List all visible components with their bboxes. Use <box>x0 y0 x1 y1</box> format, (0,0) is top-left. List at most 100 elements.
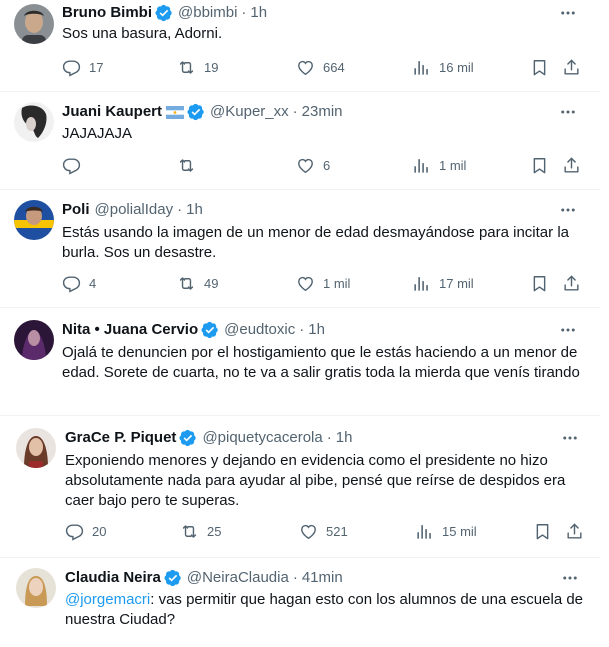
timestamp[interactable]: 1h <box>336 428 353 448</box>
more-options-icon[interactable] <box>558 102 578 122</box>
retweet-icon <box>177 58 196 77</box>
reply-button[interactable] <box>62 156 81 175</box>
retweet-button[interactable]: 25 <box>180 522 221 541</box>
like-count: 664 <box>323 60 345 75</box>
tweet[interactable]: GraCe P. Piquet @piquetycacerola · 1h Ex… <box>0 416 600 558</box>
views-chart-icon <box>412 58 431 77</box>
reply-button[interactable]: 4 <box>62 274 96 293</box>
share-icon <box>565 522 584 541</box>
separator: · <box>326 429 332 446</box>
author-handle[interactable]: @polialIday <box>95 200 174 220</box>
retweet-button[interactable]: 19 <box>177 58 218 77</box>
retweet-button[interactable]: 49 <box>177 274 218 293</box>
retweet-count: 19 <box>204 60 219 75</box>
bookmark-button[interactable] <box>530 156 549 175</box>
more-options-icon[interactable] <box>560 568 580 588</box>
tweet-text: JAJAJAJA <box>62 125 133 142</box>
share-button[interactable] <box>562 58 581 77</box>
author-name[interactable]: Juani Kaupert <box>62 102 162 122</box>
view-count: 16 mil <box>439 60 474 75</box>
like-button[interactable]: 664 <box>296 58 345 77</box>
author-handle[interactable]: @Kuper_xx <box>210 102 289 122</box>
share-button[interactable] <box>565 522 584 541</box>
bookmark-button[interactable] <box>530 58 549 77</box>
separator: · <box>241 4 247 21</box>
share-icon <box>562 58 581 77</box>
more-options-icon[interactable] <box>558 320 578 340</box>
author-name[interactable]: Claudia Neira <box>65 568 161 588</box>
avatar[interactable] <box>14 200 54 240</box>
more-options-icon[interactable] <box>558 200 578 220</box>
mention-link[interactable]: @jorgemacri <box>65 591 150 608</box>
timestamp[interactable]: 1h <box>250 3 267 23</box>
verified-badge-icon <box>201 321 219 339</box>
tweet-text: Exponiendo menores y dejando en evidenci… <box>65 452 566 509</box>
share-button[interactable] <box>562 274 581 293</box>
reply-count: 4 <box>89 276 97 291</box>
views-button[interactable]: 16 mil <box>412 58 474 77</box>
bookmark-icon <box>530 156 549 175</box>
heart-icon <box>296 274 315 293</box>
reply-button[interactable]: 20 <box>65 522 106 541</box>
tweet[interactable]: Claudia Neira @NeiraClaudia · 41min @jor… <box>0 558 600 647</box>
heart-icon <box>296 156 315 175</box>
timestamp[interactable]: 1h <box>186 200 203 220</box>
retweet-button[interactable] <box>177 156 196 175</box>
verified-badge-icon <box>179 429 197 447</box>
avatar[interactable] <box>16 428 56 468</box>
reply-icon <box>65 522 84 541</box>
separator: · <box>292 103 298 120</box>
tweet[interactable]: Poli @polialIday · 1h Estás usando la im… <box>0 190 600 308</box>
author-name[interactable]: GraCe P. Piquet <box>65 428 176 448</box>
more-options-icon[interactable] <box>558 3 578 23</box>
tweet[interactable]: Juani Kaupert @Kuper_xx · 23min JAJAJAJA… <box>0 92 600 190</box>
reply-count: 20 <box>92 524 107 539</box>
retweet-icon <box>177 156 196 175</box>
tweet-text: Estás usando la imagen de un menor de ed… <box>62 224 569 261</box>
heart-icon <box>299 522 318 541</box>
retweet-icon <box>180 522 199 541</box>
reply-count: 17 <box>89 60 104 75</box>
share-button[interactable] <box>562 156 581 175</box>
views-chart-icon <box>415 522 434 541</box>
like-count: 1 mil <box>323 276 351 291</box>
author-handle[interactable]: @NeiraClaudia <box>187 568 289 588</box>
avatar[interactable] <box>14 320 54 360</box>
tweet[interactable]: Bruno Bimbi @bbimbi · 1h Sos una basura,… <box>0 0 600 92</box>
tweet-text: Sos una basura, Adorni. <box>62 25 223 42</box>
views-button[interactable]: 15 mil <box>415 522 477 541</box>
author-name[interactable]: Poli <box>62 200 90 220</box>
retweet-count: 25 <box>207 524 222 539</box>
timestamp[interactable]: 41min <box>302 568 343 588</box>
author-handle[interactable]: @piquetycacerola <box>202 428 322 448</box>
like-count: 6 <box>323 158 331 173</box>
more-options-icon[interactable] <box>560 428 580 448</box>
share-icon <box>562 156 581 175</box>
like-button[interactable]: 521 <box>299 522 348 541</box>
bookmark-button[interactable] <box>533 522 552 541</box>
author-name[interactable]: Bruno Bimbi <box>62 3 152 23</box>
avatar[interactable] <box>14 102 54 142</box>
reply-button[interactable]: 17 <box>62 58 103 77</box>
separator: · <box>299 321 305 338</box>
view-count: 1 mil <box>439 158 467 173</box>
views-chart-icon <box>412 156 431 175</box>
like-button[interactable]: 1 mil <box>296 274 350 293</box>
separator: · <box>292 569 298 586</box>
author-handle[interactable]: @bbimbi <box>178 3 237 23</box>
tweet[interactable]: Nita • Juana Cervio @eudtoxic · 1h Ojalá… <box>0 308 600 416</box>
like-count: 521 <box>326 524 348 539</box>
avatar[interactable] <box>14 4 54 44</box>
retweet-icon <box>177 274 196 293</box>
like-button[interactable]: 6 <box>296 156 330 175</box>
views-button[interactable]: 17 mil <box>412 274 474 293</box>
views-button[interactable]: 1 mil <box>412 156 466 175</box>
author-handle[interactable]: @eudtoxic <box>224 320 295 340</box>
author-name[interactable]: Nita • Juana Cervio <box>62 320 198 340</box>
avatar[interactable] <box>16 568 56 608</box>
bookmark-icon <box>530 58 549 77</box>
bookmark-button[interactable] <box>530 274 549 293</box>
timestamp[interactable]: 23min <box>302 102 343 122</box>
timestamp[interactable]: 1h <box>308 320 325 340</box>
verified-badge-icon <box>187 103 205 121</box>
